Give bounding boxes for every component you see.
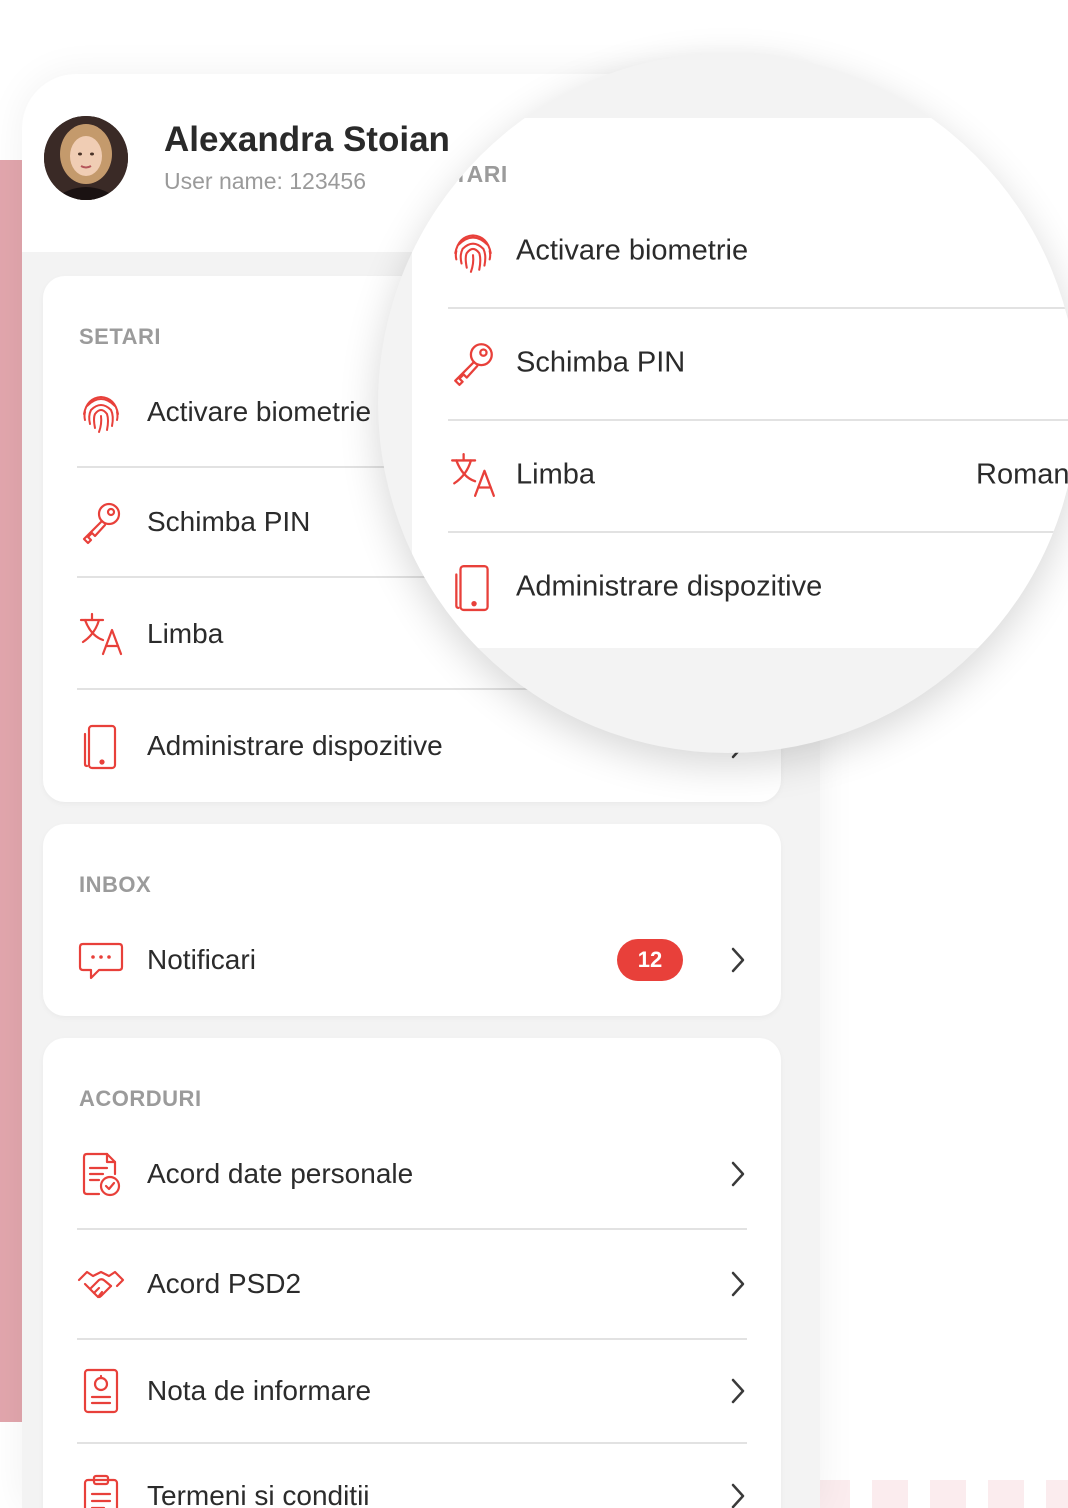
settings-item-label: Activare biometrie [147,396,372,427]
chevron-right-icon [731,1161,745,1187]
magnifier-zoom: ETARI Activare biometrie Schimba PIN Lim… [378,53,1068,753]
magnified-section-title: ETARI [438,161,508,187]
translate-icon [79,612,123,656]
inbox-item-notifications[interactable]: Notificari 12 [77,906,747,1014]
document-check-icon [82,1152,121,1197]
notification-count-badge: 12 [617,939,683,981]
translate-icon [451,453,495,497]
settings-item-label: Limba [147,618,224,649]
agreements-item-personal-data[interactable]: Acord date personale [77,1120,747,1230]
agreements-item-terms[interactable]: Termeni si conditii [77,1442,747,1508]
magnified-item-label: Activare biometrie [516,234,749,267]
agreements-item-psd2[interactable]: Acord PSD2 [77,1230,747,1340]
chevron-right-icon [731,947,745,973]
key-icon [454,343,493,387]
inbox-section-title: INBOX [79,872,152,897]
chevron-right-icon [731,1271,745,1297]
info-note-icon [83,1368,119,1414]
magnified-item-language[interactable]: Limba Roman [448,419,1068,533]
chevron-right-icon [731,1378,745,1404]
magnified-item-label: Schimba PIN [516,346,686,379]
agreements-section-title: ACORDURI [79,1086,202,1111]
fingerprint-icon [83,395,119,433]
chevron-right-icon [731,1483,745,1508]
profile-username: User name: 123456 [164,168,367,194]
key-icon [82,502,121,545]
agreements-item-label: Termeni si conditii [147,1480,370,1508]
agreements-item-label: Acord date personale [147,1158,414,1189]
settings-item-label: Schimba PIN [147,506,311,537]
magnified-item-devices[interactable]: Administrare dispozitive [448,531,1068,643]
device-icon [83,724,117,770]
clipboard-icon [83,1474,119,1508]
avatar[interactable] [44,116,128,200]
agreements-item-label: Nota de informare [147,1375,372,1406]
language-value: Roman [976,458,1068,491]
magnified-item-change-pin[interactable]: Schimba PIN [448,307,1068,421]
agreements-item-info-note[interactable]: Nota de informare [77,1340,747,1444]
handshake-icon [77,1270,125,1299]
settings-item-label: Administrare dispozitive [147,730,443,761]
chat-icon [78,942,124,980]
device-icon [455,565,489,612]
settings-section-title: SETARI [79,324,162,349]
agreements-card: ACORDURI Acord date personale Acord PSD2 [43,1038,781,1508]
magnified-item-label: Limba [516,458,595,491]
fingerprint-icon [454,234,492,273]
inbox-item-label: Notificari [147,944,256,975]
profile-name: Alexandra Stoian [164,120,450,159]
agreements-item-label: Acord PSD2 [147,1268,302,1299]
inbox-card: INBOX Notificari 12 [43,824,781,1016]
magnified-item-biometrics[interactable]: Activare biometrie [448,195,1068,309]
magnified-item-label: Administrare dispozitive [516,570,823,603]
